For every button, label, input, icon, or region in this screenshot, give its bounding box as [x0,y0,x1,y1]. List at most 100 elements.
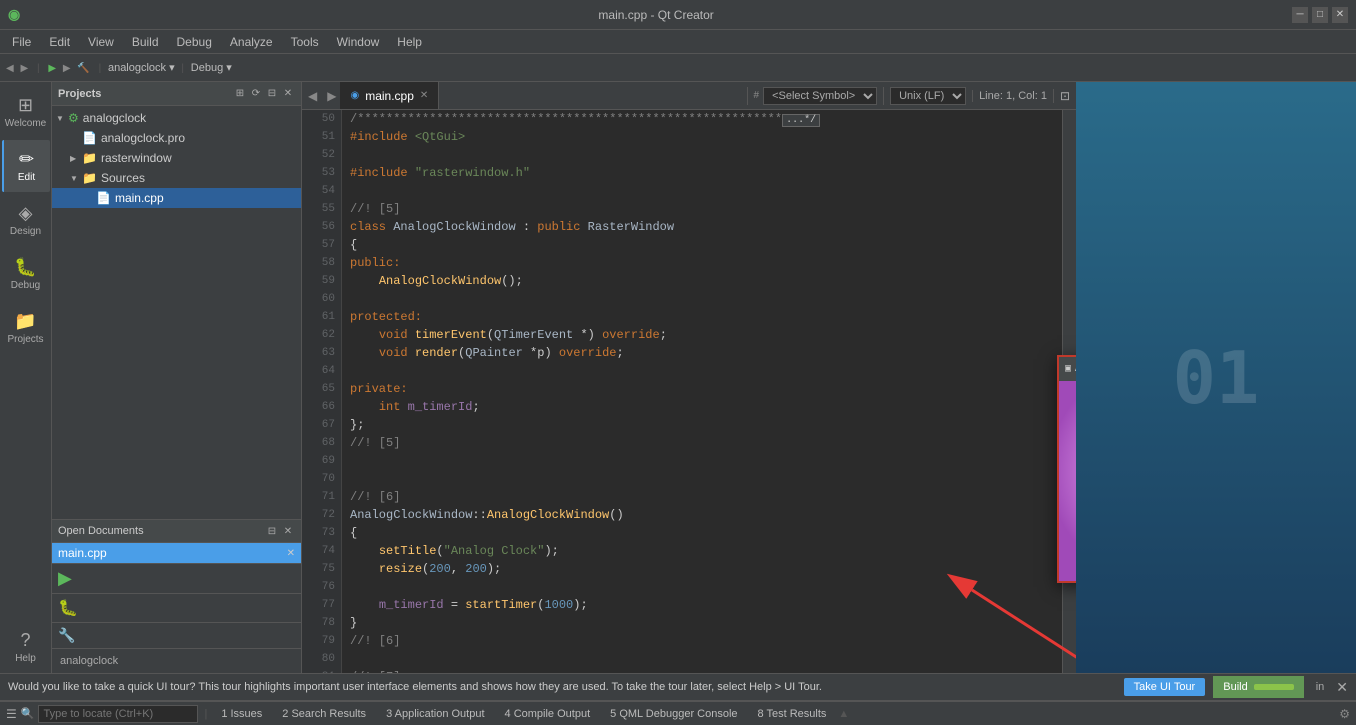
close-button[interactable]: ✕ [1332,7,1348,23]
menu-file[interactable]: File [4,33,39,51]
tree-label-2: rasterwindow [101,151,172,165]
build-button-icon[interactable]: 🔧 [58,627,75,644]
edit-icon: ✏ [19,149,34,170]
build-status-text: in [1312,681,1329,693]
toolbar-btn-back[interactable]: ◀ [6,63,14,74]
toolbar-btn-forward[interactable]: ▶ [20,63,28,74]
projects-tree: ▼ ⚙ analogclock 📄 analogclock.pro ▶ 📁 ra… [52,106,301,519]
line-ending-select[interactable]: Unix (LF) [890,87,966,105]
code-line-70 [350,470,1054,488]
code-line-71: //! [6] [350,488,1054,506]
editor-expand-btn[interactable]: ⊡ [1060,89,1070,103]
status-tab-search-results[interactable]: 2 Search Results [274,706,374,722]
projects-panel-close[interactable]: ✕ [281,87,295,101]
code-line-56: class AnalogClockWindow : public RasterW… [350,218,1054,236]
menu-build[interactable]: Build [124,33,167,51]
status-tab-test-results[interactable]: 8 Test Results [750,706,835,722]
menu-edit[interactable]: Edit [41,33,78,51]
status-tabs-more[interactable]: ▲ [838,708,849,720]
run-button-icon[interactable]: ▶ [58,568,72,589]
sidebar-item-welcome[interactable]: ⊞ Welcome [2,86,50,138]
menu-bar: File Edit View Build Debug Analyze Tools… [0,30,1356,54]
menu-view[interactable]: View [80,33,122,51]
projects-panel-sync[interactable]: ⟳ [249,87,263,101]
status-tab-qml-debugger[interactable]: 5 QML Debugger Console [602,706,745,722]
tree-icon-1: 📄 [82,131,97,145]
code-line-81: //! [7] [350,668,1054,673]
ln-52: 52 [302,146,341,164]
toolbar-btn-run[interactable]: ▶ [48,63,56,74]
tree-icon-0: ⚙ [68,111,79,125]
clock-popup-window[interactable]: ▣ Analog Cl... ▲ ─ □ ✕ [1057,355,1076,583]
tab-close-icon[interactable]: ✕ [420,90,428,101]
ln-63: 63 [302,344,341,362]
symbol-select[interactable]: <Select Symbol> [763,87,877,105]
tree-item-analogclock[interactable]: ▼ ⚙ analogclock [52,108,301,128]
ln-68: 68 [302,434,341,452]
locate-input[interactable] [38,705,198,723]
ln-66: 66 [302,398,341,416]
toolbar-btn-build[interactable]: 🔨 [77,63,89,74]
status-tab-issues[interactable]: 1 Issues [213,706,270,722]
help-icon: ? [20,630,30,651]
design-icon: ◈ [19,203,33,224]
menu-help[interactable]: Help [389,33,430,51]
debug-button-icon[interactable]: 🐛 [58,598,78,618]
menu-analyze[interactable]: Analyze [222,33,281,51]
editor-tab-maincpp[interactable]: ◉ main.cpp ✕ [340,82,439,110]
open-doc-close[interactable]: ✕ [287,548,295,559]
window-controls: ─ □ ✕ [1292,7,1348,23]
projects-panel-filter[interactable]: ⊞ [233,87,247,101]
status-tab-application-output[interactable]: 3 Application Output [378,706,492,722]
ln-67: 67 [302,416,341,434]
sidebar-item-projects[interactable]: 📁 Projects [2,302,50,354]
status-bar: ☰ 🔍 | 1 Issues 2 Search Results 3 Applic… [0,701,1356,725]
open-doc-label: main.cpp [58,546,107,560]
toolbar-btn-debug-run[interactable]: ▶ [63,63,71,74]
ln-51: 51 [302,128,341,146]
tree-item-rasterwindow[interactable]: ▶ 📁 rasterwindow [52,148,301,168]
menu-debug[interactable]: Debug [169,33,220,51]
ln-72: 72 [302,506,341,524]
take-ui-tour-button[interactable]: Take UI Tour [1124,678,1206,696]
minimize-button[interactable]: ─ [1292,7,1308,23]
open-docs-close[interactable]: ✕ [281,524,295,538]
tree-label-0: analogclock [83,111,146,125]
tree-item-sources[interactable]: ▼ 📁 Sources [52,168,301,188]
ln-64: 64 [302,362,341,380]
open-doc-maincpp[interactable]: main.cpp ✕ [52,543,301,563]
notification-close-button[interactable]: ✕ [1336,679,1348,696]
toolbar-project-label: analogclock ▾ [108,62,175,74]
toolbar-debug-label: Debug ▾ [191,62,232,74]
tab-nav-forward[interactable]: ▶ [323,89,340,103]
sidebar-item-debug[interactable]: 🐛 Debug [2,248,50,300]
menu-tools[interactable]: Tools [283,33,327,51]
status-bar-toggle[interactable]: ☰ [6,707,17,721]
code-line-76 [350,578,1054,596]
ln-53: 53 [302,164,341,182]
clock-popup-title-area: ▣ Analog Cl... [1065,363,1076,375]
search-icon: 🔍 [21,707,35,720]
tab-nav-back[interactable]: ◀ [302,89,323,103]
ln-57: 57 [302,236,341,254]
tree-arrow-0: ▼ [56,114,68,123]
ln-58: 58 [302,254,341,272]
tree-item-maincpp[interactable]: 📄 main.cpp [52,188,301,208]
sidebar-item-help[interactable]: ? Help [2,621,50,673]
sidebar-item-edit[interactable]: ✏ Edit [2,140,50,192]
code-line-61: protected: [350,308,1054,326]
maximize-button[interactable]: □ [1312,7,1328,23]
code-content[interactable]: /***************************************… [342,110,1062,673]
open-docs-split[interactable]: ⊟ [265,524,279,538]
projects-panel-split[interactable]: ⊟ [265,87,279,101]
status-bar-icons[interactable]: ⚙ [1339,707,1350,721]
code-line-73: { [350,524,1054,542]
projects-panel-title: Projects [58,88,101,100]
editor-tabs: ◀ ▶ ◉ main.cpp ✕ # <Select Symbol> Unix … [302,82,1076,110]
projects-panel-buttons: ⊞ ⟳ ⊟ ✕ [233,87,295,101]
menu-window[interactable]: Window [329,33,388,51]
status-tab-compile-output[interactable]: 4 Compile Output [497,706,599,722]
fold-button[interactable]: ...*/ [782,114,820,127]
sidebar-item-design[interactable]: ◈ Design [2,194,50,246]
tree-item-pro[interactable]: 📄 analogclock.pro [52,128,301,148]
